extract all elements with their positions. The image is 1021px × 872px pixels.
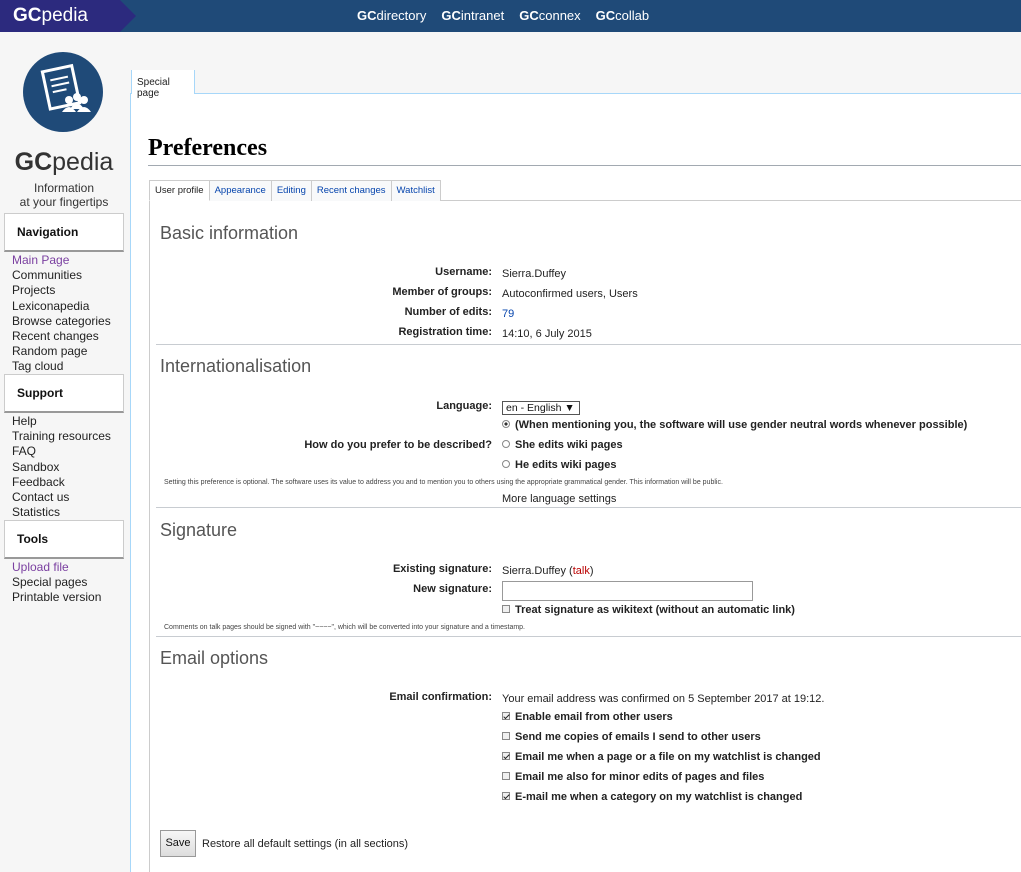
gcintranet-link[interactable]: GCintranet (441, 0, 504, 32)
signature-heading: Signature (160, 520, 238, 540)
support-contact-us[interactable]: Contact us (12, 490, 111, 505)
wikitext-signature-checkbox[interactable]: Treat signature as wikitext (without an … (502, 604, 795, 616)
support-list: Help Training resources FAQ Sandbox Feed… (12, 414, 111, 520)
support-heading: Support (4, 374, 124, 413)
tools-special-pages[interactable]: Special pages (12, 575, 101, 590)
gender-option-neutral[interactable]: (When mentioning you, the software will … (502, 419, 967, 431)
support-statistics[interactable]: Statistics (12, 505, 111, 520)
basic-info-heading: Basic information (160, 223, 299, 243)
nav-random-page[interactable]: Random page (12, 344, 111, 359)
nav-communities[interactable]: Communities (12, 268, 111, 283)
edits-label: Number of edits: (404, 306, 492, 318)
radio-selected-icon (502, 420, 510, 428)
checkbox-checked-icon (502, 712, 510, 720)
nav-tag-cloud[interactable]: Tag cloud (12, 359, 111, 374)
support-faq[interactable]: FAQ (12, 444, 111, 459)
navigation-list: Main Page Communities Projects Lexiconap… (12, 253, 111, 375)
email-confirmation-text: Your email address was confirmed on 5 Se… (502, 693, 825, 705)
checkbox-checked-icon (502, 752, 510, 760)
section-divider (156, 507, 1021, 508)
checkbox-icon (502, 605, 510, 613)
nav-browse-categories[interactable]: Browse categories (12, 314, 111, 329)
email-option-copies[interactable]: Send me copies of emails I send to other… (502, 731, 761, 743)
top-nav: GCdirectory GCintranet GCconnex GCcollab (357, 0, 649, 32)
email-option-category[interactable]: E-mail me when a category on my watchlis… (502, 791, 802, 803)
gender-option-she[interactable]: She edits wiki pages (502, 439, 623, 451)
email-option-watchlist[interactable]: Email me when a page or a file on my wat… (502, 751, 821, 763)
page-title: Preferences (148, 135, 1021, 166)
top-bar: GCpedia GCdirectory GCintranet GCconnex … (0, 0, 1021, 32)
tab-appearance[interactable]: Appearance (208, 180, 272, 201)
more-language-settings-link[interactable]: More language settings (502, 493, 616, 505)
username-label: Username: (435, 266, 492, 278)
email-option-minor-edits[interactable]: Email me also for minor edits of pages a… (502, 771, 764, 783)
support-feedback[interactable]: Feedback (12, 475, 111, 490)
edits-count-link[interactable]: 79 (502, 308, 514, 320)
new-signature-input[interactable] (502, 581, 753, 601)
gender-option-he[interactable]: He edits wiki pages (502, 459, 616, 471)
internationalisation-heading: Internationalisation (160, 356, 312, 376)
nav-recent-changes[interactable]: Recent changes (12, 329, 111, 344)
registration-label: Registration time: (398, 326, 492, 338)
checkbox-icon (502, 772, 510, 780)
gccollab-link[interactable]: GCcollab (596, 0, 649, 32)
signature-help-text: Comments on talk pages should be signed … (164, 624, 526, 631)
section-divider (156, 344, 1021, 345)
groups-label: Member of groups: (392, 286, 492, 298)
existing-signature-label: Existing signature: (392, 563, 492, 575)
dropdown-arrow-icon: ▼ (564, 402, 575, 414)
section-divider (156, 636, 1021, 637)
navigation-heading: Navigation (4, 213, 124, 252)
signature-user-link[interactable]: Sierra.Duffey (502, 565, 566, 577)
gcdirectory-link[interactable]: GCdirectory (357, 0, 426, 32)
support-training-resources[interactable]: Training resources (12, 429, 111, 444)
gcconnex-link[interactable]: GCconnex (519, 0, 580, 32)
save-button[interactable]: Save (160, 830, 196, 857)
language-select[interactable]: en - English ▼ (502, 401, 580, 415)
tab-user-profile[interactable]: User profile (149, 180, 210, 201)
groups-value: Autoconfirmed users, Users (502, 288, 638, 300)
gcpedia-logo[interactable]: GCpedia Information at your fingertips (8, 50, 120, 210)
existing-signature-value: Sierra.Duffey (talk) (502, 565, 594, 577)
restore-defaults-link[interactable]: Restore all default settings (in all sec… (202, 838, 408, 850)
tools-list: Upload file Special pages Printable vers… (12, 560, 101, 606)
nav-lexiconapedia[interactable]: Lexiconapedia (12, 299, 111, 314)
tools-upload-file[interactable]: Upload file (12, 560, 101, 575)
radio-icon (502, 460, 510, 468)
tab-special-page[interactable]: Special page (131, 70, 195, 99)
gender-label: How do you prefer to be described? (304, 439, 492, 451)
tools-heading: Tools (4, 520, 124, 559)
nav-main-page[interactable]: Main Page (12, 253, 111, 268)
registration-value: 14:10, 6 July 2015 (502, 328, 592, 340)
email-confirmation-label: Email confirmation: (389, 691, 492, 703)
gender-help-text: Setting this preference is optional. The… (164, 479, 723, 486)
logo-wordmark: GCpedia (14, 148, 114, 176)
email-options-heading: Email options (160, 648, 269, 668)
signature-talk-link[interactable]: talk (573, 565, 590, 577)
tab-recent-changes[interactable]: Recent changes (310, 180, 392, 201)
username-value: Sierra.Duffey (502, 268, 566, 280)
tab-watchlist[interactable]: Watchlist (390, 180, 441, 201)
tools-printable-version[interactable]: Printable version (12, 590, 101, 605)
new-signature-label: New signature: (413, 583, 492, 595)
tab-editing[interactable]: Editing (270, 180, 312, 201)
email-option-enable[interactable]: Enable email from other users (502, 711, 673, 723)
language-label: Language: (436, 400, 492, 412)
logo-document-people-icon (23, 52, 103, 132)
logo-tagline: Information at your fingertips (19, 181, 109, 209)
nav-projects[interactable]: Projects (12, 283, 111, 298)
gcpedia-brand-link[interactable]: GCpedia (0, 0, 136, 32)
support-help[interactable]: Help (12, 414, 111, 429)
checkbox-icon (502, 732, 510, 740)
support-sandbox[interactable]: Sandbox (12, 460, 111, 475)
radio-icon (502, 440, 510, 448)
checkbox-checked-icon (502, 792, 510, 800)
preference-tabs: User profile Appearance Editing Recent c… (149, 180, 441, 201)
